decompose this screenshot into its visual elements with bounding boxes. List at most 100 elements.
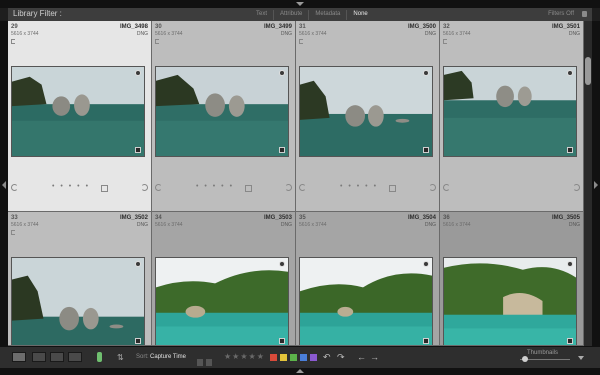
bottom-panel-toggle[interactable] — [0, 368, 600, 375]
triangle-down-icon — [296, 2, 304, 6]
color-swatch-yellow[interactable] — [280, 354, 287, 361]
filter-tab-attribute[interactable]: Attribute — [274, 10, 310, 20]
develop-edit-icon[interactable] — [567, 338, 573, 344]
filter-tab-text[interactable]: Text — [250, 10, 275, 20]
cell-dimensions: 5616 x 3744 — [299, 31, 327, 37]
photo-thumbnail[interactable] — [299, 66, 433, 157]
left-panel-toggle[interactable] — [0, 21, 8, 346]
grid-cell[interactable]: 35 5616 x 3744 IMG_3504 DNG — [296, 212, 440, 346]
develop-edit-icon[interactable] — [135, 147, 141, 153]
lock-icon[interactable] — [582, 11, 587, 17]
flag-icon[interactable] — [11, 230, 15, 235]
rotate-right-icon[interactable]: ↷ — [337, 352, 345, 363]
rotate-left-icon[interactable] — [299, 184, 306, 191]
cell-filename: IMG_3500 — [407, 24, 436, 30]
cell-dimensions: 5616 x 3744 — [155, 222, 183, 228]
painter-spray-icon[interactable] — [97, 352, 102, 362]
rotate-left-icon[interactable] — [443, 184, 450, 191]
color-swatch-green[interactable] — [290, 354, 297, 361]
grid-cell[interactable]: 31 5616 x 3744 IMG_3500 DNG • • • • • — [296, 21, 440, 212]
color-swatch-blue[interactable] — [300, 354, 307, 361]
cell-dimensions: 5616 x 3744 — [443, 31, 471, 37]
rating-stars[interactable]: ★★★★★ — [224, 352, 265, 361]
grid-cell[interactable]: 34 5616 x 3744 IMG_3503 DNG — [152, 212, 296, 346]
filter-tab-metadata[interactable]: Metadata — [309, 10, 348, 20]
develop-edit-icon[interactable] — [135, 338, 141, 344]
grid-scrollbar[interactable] — [584, 21, 592, 346]
sort-direction-icon[interactable]: ⇅ — [117, 353, 124, 362]
flag-icon[interactable] — [443, 39, 447, 44]
cell-filename: IMG_3499 — [263, 24, 292, 30]
star-rating[interactable]: • • • • • — [196, 183, 234, 190]
cell-index: 31 — [299, 24, 306, 30]
photo-thumbnail[interactable] — [443, 66, 577, 157]
cell-filetype: DNG — [424, 222, 436, 228]
rotate-left-icon[interactable] — [11, 184, 18, 191]
filter-tab-none[interactable]: None — [347, 10, 373, 20]
survey-view-icon[interactable] — [68, 352, 82, 362]
color-label-icon[interactable] — [245, 185, 252, 192]
scrollbar-thumb[interactable] — [585, 57, 591, 85]
flag-icon[interactable] — [299, 39, 303, 44]
filter-preset-dropdown[interactable]: Filters Off — [548, 10, 574, 19]
develop-edit-icon[interactable] — [423, 147, 429, 153]
rotate-right-icon[interactable] — [573, 184, 580, 191]
cell-index: 36 — [443, 215, 450, 221]
develop-edit-icon[interactable] — [279, 338, 285, 344]
toolbar-menu-icon[interactable] — [578, 356, 584, 360]
badge-icon — [567, 261, 573, 267]
photo-thumbnail[interactable] — [299, 257, 433, 345]
cell-filetype: DNG — [136, 222, 148, 228]
color-swatch-purple[interactable] — [310, 354, 317, 361]
rotate-right-icon[interactable] — [429, 184, 436, 191]
photo-thumbnail[interactable] — [155, 66, 289, 157]
rotate-right-icon[interactable] — [285, 184, 292, 191]
rotate-right-icon[interactable] — [141, 184, 148, 191]
color-label-icon[interactable] — [101, 185, 108, 192]
flag-filter-icons[interactable] — [197, 353, 217, 366]
develop-edit-icon[interactable] — [567, 147, 573, 153]
star-rating[interactable]: • • • • • — [340, 183, 378, 190]
cell-filetype: DNG — [280, 222, 292, 228]
flag-reject-icon[interactable] — [206, 359, 212, 366]
develop-edit-icon[interactable] — [423, 338, 429, 344]
slider-knob[interactable] — [522, 356, 528, 362]
badge-icon — [423, 261, 429, 267]
rotate-left-icon[interactable]: ↶ — [323, 352, 331, 363]
photo-thumbnail[interactable] — [11, 66, 145, 157]
sort-dropdown[interactable]: Capture Time — [150, 354, 186, 360]
photo-thumbnail[interactable] — [443, 257, 577, 345]
compare-view-icon[interactable] — [50, 352, 64, 362]
grid-cell[interactable]: 29 5616 x 3744 IMG_3498 DNG • • • • • — [8, 21, 152, 212]
rotate-left-icon[interactable] — [155, 184, 162, 191]
split-apple-rock-photo — [444, 67, 576, 156]
grid-cell[interactable]: 33 5616 x 3744 IMG_3502 DNG — [8, 212, 152, 346]
color-label-icon[interactable] — [389, 185, 396, 192]
thumbnails-label: Thumbnails — [527, 350, 559, 356]
previous-arrow-icon[interactable]: ← — [357, 352, 366, 362]
grid-cell[interactable]: 32 5616 x 3744 IMG_3501 DNG — [440, 21, 584, 212]
photo-thumbnail[interactable] — [11, 257, 145, 345]
photo-thumbnail[interactable] — [155, 257, 289, 345]
cell-index: 34 — [155, 215, 162, 221]
grid-cell[interactable]: 30 5616 x 3744 IMG_3499 DNG • • • • • — [152, 21, 296, 212]
grid-view-icon[interactable] — [12, 352, 26, 362]
cell-filetype: DNG — [136, 31, 148, 37]
grid-cell[interactable]: 36 5616 x 3744 IMG_3505 DNG — [440, 212, 584, 346]
cell-filename: IMG_3502 — [119, 215, 148, 221]
next-arrow-icon[interactable]: → — [370, 352, 379, 362]
flag-icon[interactable] — [11, 39, 15, 44]
cell-index: 33 — [11, 215, 18, 221]
badge-icon — [135, 261, 141, 267]
flag-pick-icon[interactable] — [197, 359, 203, 366]
cell-filename: IMG_3504 — [407, 215, 436, 221]
cell-index: 32 — [443, 24, 450, 30]
split-apple-rock-photo — [12, 67, 144, 156]
star-rating[interactable]: • • • • • — [52, 183, 90, 190]
flag-icon[interactable] — [155, 39, 159, 44]
top-panel-toggle[interactable] — [0, 0, 600, 8]
loupe-view-icon[interactable] — [32, 352, 46, 362]
badge-icon — [135, 70, 141, 76]
color-swatch-red[interactable] — [270, 354, 277, 361]
develop-edit-icon[interactable] — [279, 147, 285, 153]
